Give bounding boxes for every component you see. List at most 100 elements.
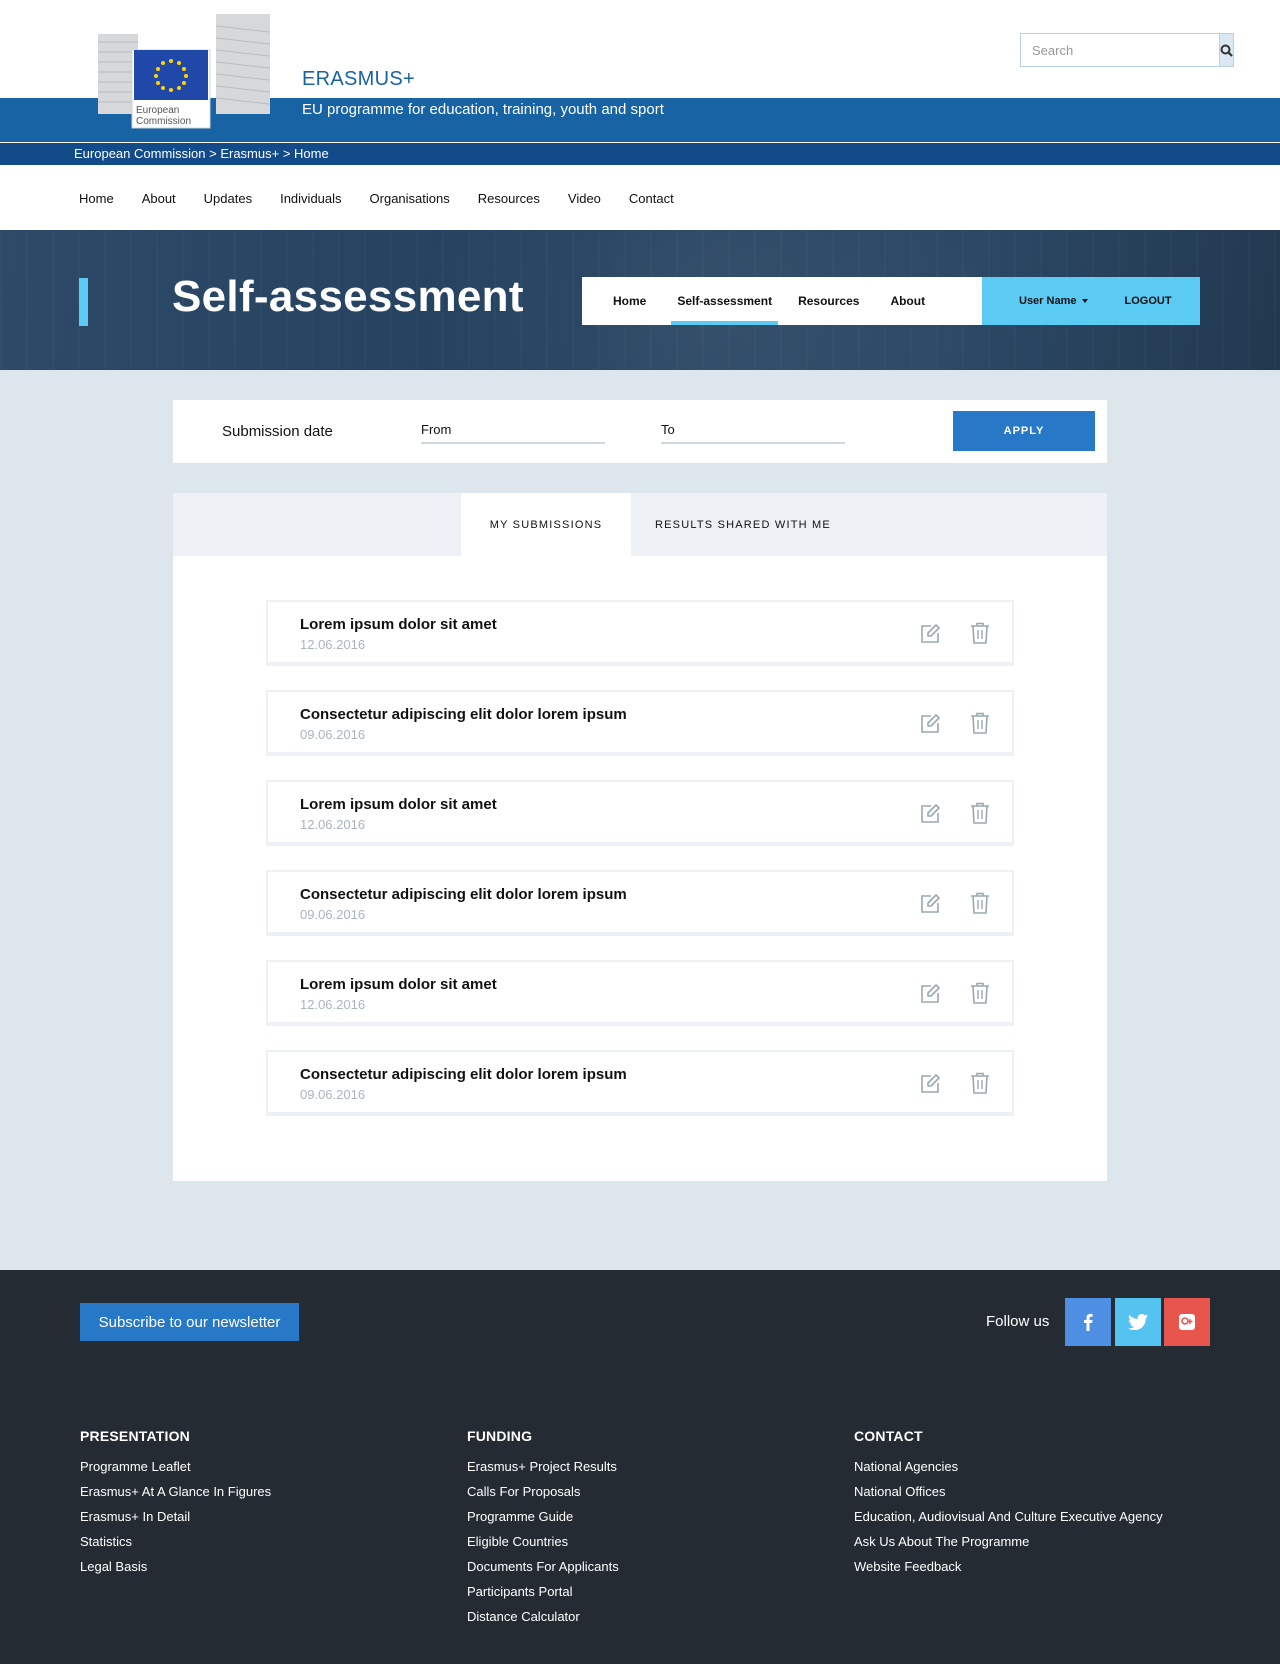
submission-title: Lorem ipsum dolor sit amet xyxy=(300,976,497,993)
submission-item[interactable]: Consectetur adipiscing elit dolor lorem … xyxy=(266,1050,1014,1116)
breadcrumb[interactable]: European Commission > Erasmus+ > Home xyxy=(0,143,1280,165)
submission-item[interactable]: Lorem ipsum dolor sit amet 12.06.2016 xyxy=(266,600,1014,666)
footer-link[interactable]: Distance Calculator xyxy=(467,1604,619,1629)
edit-icon[interactable] xyxy=(919,1073,941,1095)
submission-date: 12.06.2016 xyxy=(300,997,366,1012)
footer-link[interactable]: Calls For Proposals xyxy=(467,1479,619,1504)
footer-link[interactable]: National Offices xyxy=(854,1479,1163,1504)
submission-date: 09.06.2016 xyxy=(300,727,366,742)
main-nav-about[interactable]: About xyxy=(142,191,176,206)
trash-icon[interactable] xyxy=(970,712,990,734)
tab-results-shared[interactable]: RESULTS SHARED WITH ME xyxy=(655,493,831,556)
submission-item[interactable]: Consectetur adipiscing elit dolor lorem … xyxy=(266,690,1014,756)
footer-heading: FUNDING xyxy=(467,1428,533,1444)
main-nav-individuals[interactable]: Individuals xyxy=(280,191,341,206)
main-nav-resources[interactable]: Resources xyxy=(478,191,540,206)
section-nav-home[interactable]: Home xyxy=(582,277,665,325)
section-nav-self-assessment[interactable]: Self-assessment xyxy=(671,277,778,325)
trash-icon[interactable] xyxy=(970,892,990,914)
submission-item[interactable]: Lorem ipsum dolor sit amet 12.06.2016 xyxy=(266,780,1014,846)
main-nav-video[interactable]: Video xyxy=(568,191,601,206)
footer-link[interactable]: Ask Us About The Programme xyxy=(854,1529,1163,1554)
section-nav-about[interactable]: About xyxy=(878,277,937,325)
site-footer: Subscribe to our newsletter Follow us PR… xyxy=(0,1270,1280,1664)
google-plus-icon xyxy=(1179,1314,1195,1330)
submission-title: Consectetur adipiscing elit dolor lorem … xyxy=(300,1066,627,1083)
facebook-button[interactable] xyxy=(1065,1298,1111,1346)
trash-icon[interactable] xyxy=(970,802,990,824)
main-nav-organisations[interactable]: Organisations xyxy=(370,191,450,206)
hero-banner: Self-assessment Home Self-assessment Res… xyxy=(0,230,1280,370)
main-content: Submission date From To APPLY MY SUBMISS… xyxy=(0,370,1280,1270)
search-box xyxy=(1020,33,1234,67)
trash-icon[interactable] xyxy=(970,622,990,644)
submission-date: 12.06.2016 xyxy=(300,637,366,652)
footer-heading: CONTACT xyxy=(854,1428,923,1444)
submission-item[interactable]: Consectetur adipiscing elit dolor lorem … xyxy=(266,870,1014,936)
date-filter-bar: Submission date From To APPLY xyxy=(173,400,1107,463)
footer-link[interactable]: Documents For Applicants xyxy=(467,1554,619,1579)
footer-link[interactable]: Education, Audiovisual And Culture Execu… xyxy=(854,1504,1163,1529)
footer-heading: PRESENTATION xyxy=(80,1428,190,1444)
submission-item[interactable]: Lorem ipsum dolor sit amet 12.06.2016 xyxy=(266,960,1014,1026)
footer-column-contact: CONTACT National Agencies National Offic… xyxy=(854,1428,1163,1579)
search-input[interactable] xyxy=(1020,33,1219,67)
trash-icon[interactable] xyxy=(970,982,990,1004)
footer-link[interactable]: Erasmus+ In Detail xyxy=(80,1504,271,1529)
facebook-icon xyxy=(1084,1313,1093,1331)
submission-title: Lorem ipsum dolor sit amet xyxy=(300,616,497,633)
edit-icon[interactable] xyxy=(919,623,941,645)
site-tagline: EU programme for education, training, yo… xyxy=(302,101,664,118)
footer-link[interactable]: Legal Basis xyxy=(80,1554,271,1579)
caret-down-icon xyxy=(1082,299,1089,303)
from-date-field[interactable]: From xyxy=(421,422,605,444)
footer-link[interactable]: Programme Guide xyxy=(467,1504,619,1529)
footer-link[interactable]: Erasmus+ At A Glance In Figures xyxy=(80,1479,271,1504)
edit-icon[interactable] xyxy=(919,983,941,1005)
edit-icon[interactable] xyxy=(919,713,941,735)
section-nav-resources[interactable]: Resources xyxy=(788,277,878,325)
svg-text:Commission: Commission xyxy=(136,116,191,127)
page-title: Self-assessment xyxy=(172,272,524,321)
newsletter-button[interactable]: Subscribe to our newsletter xyxy=(80,1303,299,1341)
footer-link[interactable]: Website Feedback xyxy=(854,1554,1163,1579)
main-nav-updates[interactable]: Updates xyxy=(204,191,252,206)
footer-link[interactable]: Statistics xyxy=(80,1529,271,1554)
user-name-label: User Name xyxy=(1019,295,1077,307)
footer-link[interactable]: Erasmus+ Project Results xyxy=(467,1454,619,1479)
logout-button[interactable]: LOGOUT xyxy=(1124,295,1171,307)
tab-my-submissions[interactable]: MY SUBMISSIONS xyxy=(461,493,631,556)
main-nav: Home About Updates Individuals Organisat… xyxy=(0,166,1280,230)
submission-title: Consectetur adipiscing elit dolor lorem … xyxy=(300,886,627,903)
to-date-field[interactable]: To xyxy=(661,422,845,444)
footer-column-funding: FUNDING Erasmus+ Project Results Calls F… xyxy=(467,1428,619,1629)
google-plus-button[interactable] xyxy=(1164,1298,1210,1346)
footer-link[interactable]: Participants Portal xyxy=(467,1579,619,1604)
edit-icon[interactable] xyxy=(919,803,941,825)
search-button[interactable] xyxy=(1219,33,1234,67)
submission-list: Lorem ipsum dolor sit amet 12.06.2016 Co… xyxy=(266,600,1014,1140)
footer-link[interactable]: Programme Leaflet xyxy=(80,1454,271,1479)
submissions-panel: MY SUBMISSIONS RESULTS SHARED WITH ME Lo… xyxy=(173,493,1107,1181)
main-nav-home[interactable]: Home xyxy=(79,191,114,206)
footer-link[interactable]: National Agencies xyxy=(854,1454,1163,1479)
twitter-icon xyxy=(1128,1314,1148,1330)
svg-text:European: European xyxy=(136,105,179,116)
site-header: European Commission ERASMUS+ EU programm… xyxy=(0,0,1280,166)
site-name[interactable]: ERASMUS+ xyxy=(302,68,415,91)
hero-accent-bar xyxy=(79,278,88,326)
submission-date: 09.06.2016 xyxy=(300,907,366,922)
european-commission-logo[interactable]: European Commission xyxy=(96,12,272,130)
apply-button[interactable]: APPLY xyxy=(953,411,1095,451)
edit-icon[interactable] xyxy=(919,893,941,915)
submission-date: 09.06.2016 xyxy=(300,1087,366,1102)
user-name-dropdown[interactable]: User Name xyxy=(1019,295,1089,307)
main-nav-contact[interactable]: Contact xyxy=(629,191,674,206)
section-nav: Home Self-assessment Resources About xyxy=(582,277,982,325)
footer-link[interactable]: Eligible Countries xyxy=(467,1529,619,1554)
footer-column-presentation: PRESENTATION Programme Leaflet Erasmus+ … xyxy=(80,1428,271,1579)
twitter-button[interactable] xyxy=(1115,1298,1161,1346)
trash-icon[interactable] xyxy=(970,1072,990,1094)
submission-title: Lorem ipsum dolor sit amet xyxy=(300,796,497,813)
tabs-strip: MY SUBMISSIONS RESULTS SHARED WITH ME xyxy=(173,493,1107,556)
